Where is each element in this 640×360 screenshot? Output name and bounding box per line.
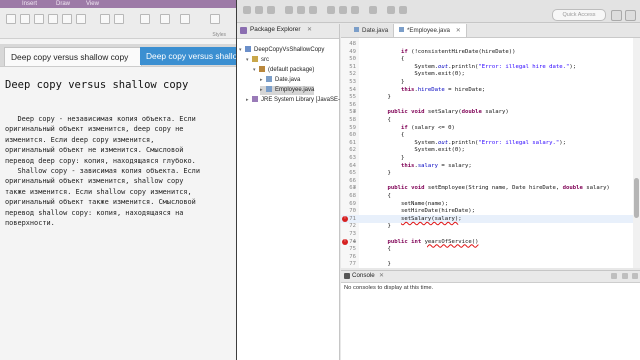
page-tab-secondary[interactable]: Deep copy versus shallow co (140, 47, 236, 65)
tree-item-label: DeepCopyVsShallowCopy (254, 47, 325, 53)
package-explorer-icon (240, 27, 247, 34)
maximize-icon[interactable] (632, 273, 638, 279)
ribbon-tab-insert[interactable]: Insert (22, 0, 37, 8)
save-icon[interactable] (255, 6, 263, 14)
project-icon (245, 46, 251, 52)
perspective-debug-icon[interactable] (625, 10, 636, 21)
indent-icon[interactable] (100, 14, 110, 24)
console-icon (344, 273, 350, 279)
divider (0, 66, 236, 67)
console-title[interactable]: Console (352, 272, 375, 279)
java-file-icon (266, 86, 272, 92)
ribbon-toolbar: Styles (0, 8, 236, 39)
note-body[interactable]: Deep copy - независимая копия объекта. Е… (5, 114, 235, 228)
java-file-icon (266, 76, 272, 82)
ribbon-tab-view[interactable]: View (86, 0, 99, 8)
tree-item[interactable]: ▸ JRE System Library [JavaSE- (246, 96, 340, 105)
tree-item[interactable]: ▸ Date.java (260, 76, 300, 85)
style-heading-icon[interactable] (140, 14, 150, 24)
package-explorer-title[interactable]: Package Explorer (250, 26, 300, 33)
ribbon-tab-bar: Insert Draw View (0, 0, 236, 8)
style-normal-icon[interactable] (160, 14, 170, 24)
outdent-icon[interactable] (114, 14, 124, 24)
tree-item[interactable]: ▾ (default package) (253, 66, 314, 75)
code-line[interactable]: 77 } (341, 260, 640, 268)
package-explorer: Package Explorer ✕ ▾ DeepCopyVsShallowCop… (237, 24, 340, 360)
styles-label: Styles (212, 32, 226, 38)
code-editor: Date.java *Employee.java ✕ 48 49 if (!con… (341, 24, 640, 268)
numbering-icon[interactable] (76, 14, 86, 24)
external-tools-icon[interactable] (309, 6, 317, 14)
minimize-icon[interactable] (622, 273, 628, 279)
italic-icon[interactable] (34, 14, 44, 24)
editor-tab-employee-java[interactable]: *Employee.java ✕ (393, 24, 467, 37)
java-file-icon (399, 27, 404, 32)
new-package-icon[interactable] (339, 6, 347, 14)
tree-item-label: Employee.java (275, 87, 315, 93)
error-marker-icon[interactable]: ! (342, 215, 348, 222)
code-text: } (374, 261, 391, 268)
underline-icon[interactable] (48, 14, 58, 24)
search-icon[interactable] (369, 6, 377, 14)
package-icon (259, 66, 265, 72)
tree-item[interactable]: ▾ src (246, 56, 269, 65)
close-icon[interactable]: ✕ (307, 26, 312, 33)
editor-tab-label: Date.java (362, 27, 389, 34)
ribbon-tab-draw[interactable]: Draw (56, 0, 70, 8)
note-title[interactable]: Deep copy versus shallow copy (5, 79, 188, 91)
source-folder-icon (252, 56, 258, 62)
bullets-icon[interactable] (62, 14, 72, 24)
paste-icon[interactable] (6, 14, 16, 24)
line-number: 77 (349, 261, 356, 268)
display-console-icon[interactable] (611, 273, 617, 279)
run-icon[interactable] (297, 6, 305, 14)
style-code-icon[interactable] (180, 14, 190, 24)
new-icon[interactable] (243, 6, 251, 14)
editor-tab-date-java[interactable]: Date.java (349, 24, 393, 37)
debug-icon[interactable] (285, 6, 293, 14)
editor-scrollbar[interactable] (633, 38, 640, 268)
close-icon[interactable]: ✕ (379, 272, 384, 279)
print-icon[interactable] (267, 6, 275, 14)
notes-window: Insert Draw View Styles Deep copy versus… (0, 0, 236, 360)
eclipse-window: Quick Access Package Explorer ✕ ▾ DeepCop… (237, 0, 640, 360)
editor-tab-bar: Date.java *Employee.java ✕ (341, 24, 640, 38)
tree-item[interactable]: ▸ Employee.java (260, 86, 315, 95)
main-toolbar: Quick Access (237, 0, 640, 23)
tag-icon[interactable] (210, 14, 220, 24)
quick-access-input[interactable]: Quick Access (552, 9, 606, 21)
tree-item-label: (default package) (268, 67, 315, 73)
library-icon (252, 96, 258, 102)
scrollbar-thumb[interactable] (634, 178, 639, 218)
perspective-java-icon[interactable] (611, 10, 622, 21)
new-class-icon[interactable] (351, 6, 359, 14)
tree-item-label: JRE System Library [JavaSE- (261, 97, 341, 103)
new-java-project-icon[interactable] (327, 6, 335, 14)
editor-tab-label: *Employee.java (407, 27, 450, 34)
tree-item-label: src (261, 57, 269, 63)
back-icon[interactable] (387, 6, 395, 14)
page-tab-active[interactable]: Deep copy versus shallow copy (4, 47, 142, 66)
forward-icon[interactable] (399, 6, 407, 14)
package-explorer-header: Package Explorer ✕ (237, 24, 339, 39)
close-icon[interactable]: ✕ (456, 27, 461, 34)
page-tab-bar: Deep copy versus shallow copy Deep copy … (0, 44, 236, 66)
java-file-icon (354, 27, 359, 32)
console-message: No consoles to display at this time. (344, 285, 434, 291)
error-marker-icon[interactable]: ! (342, 238, 348, 245)
console-header: Console ✕ (341, 271, 640, 283)
tree-item-label: Date.java (275, 77, 301, 83)
tree-item[interactable]: ▾ DeepCopyVsShallowCopy (239, 46, 324, 55)
bold-icon[interactable] (20, 14, 30, 24)
console-view: Console ✕ No consoles to display at this… (341, 270, 640, 360)
